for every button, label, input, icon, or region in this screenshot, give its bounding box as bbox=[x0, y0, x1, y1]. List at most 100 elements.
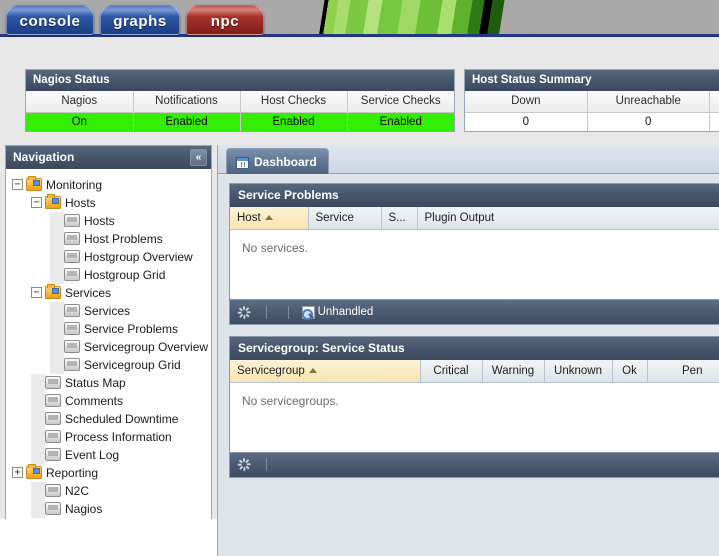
footer-separator bbox=[266, 458, 268, 472]
page-icon bbox=[64, 358, 80, 372]
nav-tab-console[interactable]: console bbox=[6, 5, 94, 35]
content-body: Service Problems Host Service S... Plugi… bbox=[218, 174, 719, 556]
nav-item-status-map[interactable]: Status Map bbox=[12, 373, 211, 392]
tree-guide-line bbox=[31, 409, 45, 428]
nav-item-servicegroup-grid[interactable]: Servicegroup Grid bbox=[12, 355, 211, 374]
nav-item-comments[interactable]: Comments bbox=[12, 391, 211, 410]
nav-item-label: Servicegroup Grid bbox=[84, 357, 181, 372]
value-truncated bbox=[709, 112, 719, 131]
tree-collapse-icon[interactable]: − bbox=[31, 197, 42, 209]
col-notifications: Notifications bbox=[133, 91, 241, 113]
col-host[interactable]: Host bbox=[230, 207, 309, 230]
tree-guide-line bbox=[31, 481, 45, 500]
nav-item-servicegroup-overview[interactable]: Servicegroup Overview bbox=[12, 337, 211, 356]
nav-item-label: Servicegroup Overview bbox=[84, 339, 209, 354]
service-problems-empty-text: No services. bbox=[242, 240, 309, 255]
col-critical[interactable]: Critical bbox=[420, 360, 483, 383]
col-servicegroup-label: Servicegroup bbox=[237, 364, 305, 377]
col-status[interactable]: S... bbox=[381, 207, 418, 230]
nav-item-label: Services bbox=[84, 303, 131, 318]
unhandled-filter-label[interactable]: Unhandled bbox=[318, 306, 374, 318]
nav-item-label: Hostgroup Grid bbox=[84, 267, 166, 282]
nav-item-label: Scheduled Downtime bbox=[65, 411, 179, 426]
col-unreachable: Unreachable bbox=[587, 91, 710, 113]
value-nagios: On bbox=[26, 112, 134, 131]
tree-guide-line bbox=[31, 391, 45, 410]
portlet-servicegroup-title: Servicegroup: Service Status bbox=[230, 337, 719, 360]
nav-item-hosts[interactable]: Hosts bbox=[12, 211, 211, 230]
unhandled-magnifier-icon[interactable] bbox=[301, 306, 315, 320]
nav-item-hostgroup-grid[interactable]: Hostgroup Grid bbox=[12, 265, 211, 284]
nav-item-hostgroup-overview[interactable]: Hostgroup Overview bbox=[12, 247, 211, 266]
nav-item-hosts[interactable]: − Hosts bbox=[12, 193, 211, 211]
nav-item-process-information[interactable]: Process Information bbox=[12, 427, 211, 446]
nagios-status-table: Nagios Notifications Host Checks Service… bbox=[26, 91, 454, 131]
page-icon bbox=[64, 304, 80, 318]
page-icon bbox=[64, 250, 80, 264]
nav-item-services[interactable]: − Services bbox=[12, 283, 211, 301]
table-row: On Enabled Enabled Enabled bbox=[26, 112, 454, 131]
page-icon bbox=[64, 232, 80, 246]
refresh-spinner-icon[interactable] bbox=[237, 458, 251, 472]
tree-collapse-icon[interactable]: − bbox=[31, 287, 42, 299]
nagios-status-title: Nagios Status bbox=[26, 70, 454, 91]
table-row: 0 0 bbox=[465, 112, 719, 131]
col-host-label: Host bbox=[237, 211, 261, 224]
nav-item-label: Monitoring bbox=[46, 177, 103, 192]
nav-item-services[interactable]: Services bbox=[12, 301, 211, 320]
footer-separator bbox=[288, 306, 290, 319]
nav-item-host-problems[interactable]: Host Problems bbox=[12, 229, 211, 248]
servicegroup-grid: Servicegroup Critical Warning Unknown Ok… bbox=[230, 360, 719, 452]
nav-tab-graphs[interactable]: graphs bbox=[100, 5, 180, 35]
page-icon bbox=[45, 484, 61, 498]
sort-ascending-icon bbox=[308, 368, 317, 374]
service-problems-footer: Unhandled No data bbox=[230, 299, 719, 324]
page-icon bbox=[45, 394, 61, 408]
nav-item-reporting[interactable]: + Reporting bbox=[12, 463, 211, 481]
value-unreachable: 0 bbox=[587, 112, 710, 131]
page-icon bbox=[45, 430, 61, 444]
value-down: 0 bbox=[465, 112, 588, 131]
col-pending[interactable]: Pen bbox=[647, 360, 719, 383]
nav-item-label: Host Problems bbox=[84, 231, 163, 246]
nav-item-nagios[interactable]: Nagios bbox=[12, 499, 211, 518]
tree-guide-line bbox=[50, 337, 64, 356]
green-stripes-logo bbox=[318, 0, 506, 37]
page-icon bbox=[45, 448, 61, 462]
col-servicegroup[interactable]: Servicegroup bbox=[230, 360, 421, 383]
table-header-row: Host Service S... Plugin Output bbox=[230, 207, 719, 230]
host-status-summary-title: Host Status Summary bbox=[465, 70, 719, 91]
nav-item-label: Nagios bbox=[65, 501, 103, 516]
tab-dashboard-label: Dashboard bbox=[254, 155, 317, 169]
nav-item-monitoring[interactable]: − Monitoring bbox=[12, 175, 211, 193]
nav-tab-npc[interactable]: npc bbox=[186, 5, 264, 35]
col-nagios: Nagios bbox=[26, 91, 134, 113]
nav-item-n2c[interactable]: N2C bbox=[12, 481, 211, 500]
tab-dashboard[interactable]: Dashboard bbox=[226, 148, 329, 174]
col-ok[interactable]: Ok bbox=[612, 360, 648, 383]
dashboard-layout-icon bbox=[236, 156, 249, 169]
tree-guide-line bbox=[31, 373, 45, 392]
tree-expand-icon[interactable]: + bbox=[12, 467, 23, 479]
col-warning[interactable]: Warning bbox=[482, 360, 545, 383]
chevron-double-left-icon[interactable]: « bbox=[190, 149, 207, 166]
nav-item-event-log[interactable]: Event Log bbox=[12, 445, 211, 464]
col-plugin-output[interactable]: Plugin Output bbox=[417, 207, 719, 230]
col-service[interactable]: Service bbox=[308, 207, 382, 230]
nav-tab-console-label: console bbox=[19, 13, 81, 30]
nav-item-scheduled-downtime[interactable]: Scheduled Downtime bbox=[12, 409, 211, 428]
content-area: Dashboard Service Problems Host Service … bbox=[217, 145, 719, 556]
col-unknown[interactable]: Unknown bbox=[544, 360, 613, 383]
top-banner: console graphs npc bbox=[0, 0, 719, 37]
content-tabstrip: Dashboard bbox=[218, 145, 719, 174]
value-service-checks: Enabled bbox=[347, 112, 454, 131]
nav-item-label: Service Problems bbox=[84, 321, 179, 336]
table-row: No servicegroups. bbox=[230, 382, 719, 452]
tree-collapse-icon[interactable]: − bbox=[12, 179, 23, 191]
col-service-checks: Service Checks bbox=[347, 91, 454, 113]
nav-item-service-problems[interactable]: Service Problems bbox=[12, 319, 211, 338]
service-problems-grid: Host Service S... Plugin Output No servi… bbox=[230, 207, 719, 299]
tree-guide-line bbox=[31, 427, 45, 446]
refresh-spinner-icon[interactable] bbox=[237, 306, 251, 319]
tree-guide-line bbox=[50, 265, 64, 284]
